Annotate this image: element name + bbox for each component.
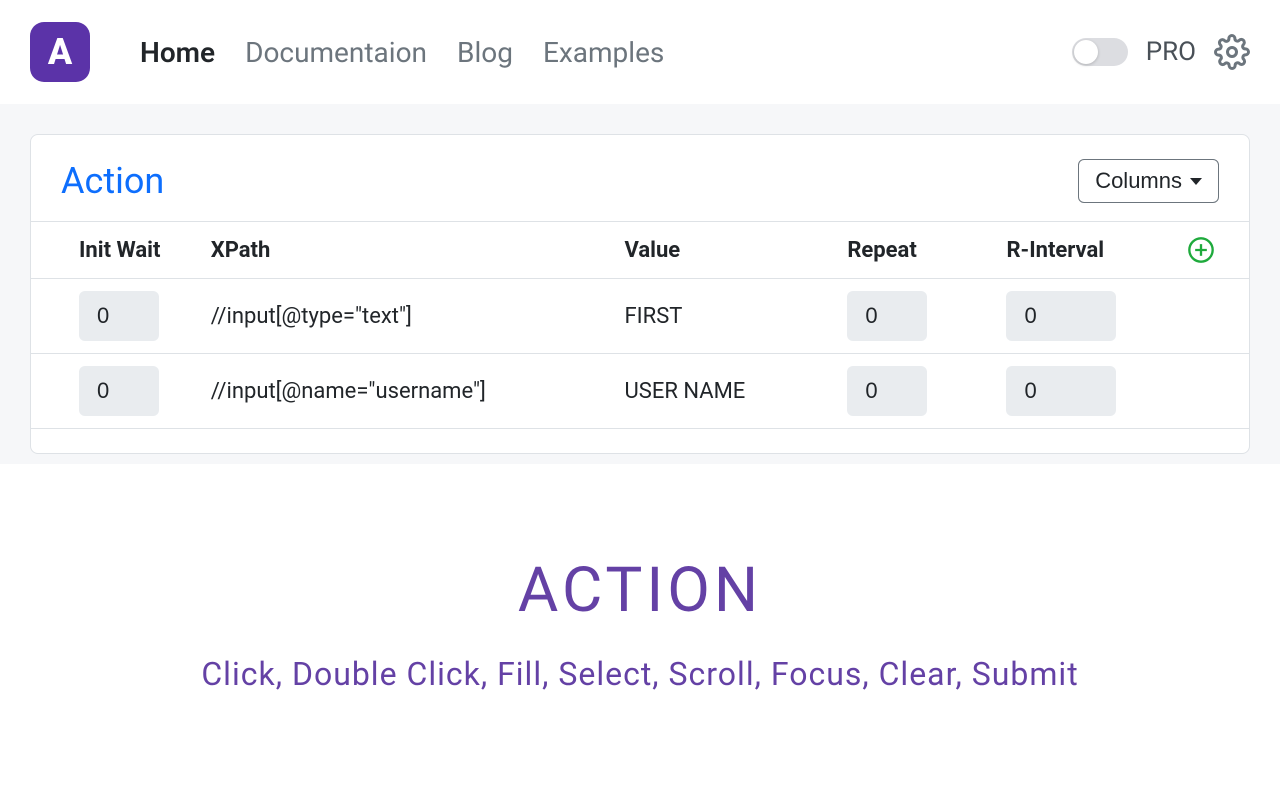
- nav-home[interactable]: Home: [140, 36, 215, 69]
- repeat-input[interactable]: [847, 366, 927, 416]
- pro-toggle-knob: [1074, 40, 1098, 64]
- th-value: Value: [615, 222, 838, 279]
- action-table: Init Wait XPath Value Repeat R-Interval …: [31, 221, 1249, 429]
- gear-icon[interactable]: [1214, 34, 1250, 70]
- nav-examples[interactable]: Examples: [543, 36, 664, 69]
- xpath-cell[interactable]: //input[@type="text"]: [201, 279, 615, 354]
- th-repeat: Repeat: [837, 222, 996, 279]
- columns-button[interactable]: Columns: [1078, 159, 1219, 203]
- card-title: Action: [61, 160, 164, 202]
- table-row: //input[@type="text"] FIRST: [31, 279, 1249, 354]
- nav-links: Home Documentaion Blog Examples: [140, 36, 1072, 69]
- card-header: Action Columns: [31, 159, 1249, 221]
- plus-circle-icon[interactable]: [1187, 236, 1215, 264]
- th-add: [1177, 222, 1249, 279]
- pro-label: PRO: [1146, 37, 1196, 67]
- navbar: A Home Documentaion Blog Examples PRO: [0, 0, 1280, 104]
- pro-toggle[interactable]: [1072, 38, 1128, 66]
- init-wait-input[interactable]: [79, 366, 159, 416]
- repeat-input[interactable]: [847, 291, 927, 341]
- th-init-wait: Init Wait: [31, 222, 201, 279]
- nav-documentation[interactable]: Documentaion: [245, 36, 427, 69]
- th-r-interval: R-Interval: [996, 222, 1176, 279]
- table-row: //input[@name="username"] USER NAME: [31, 354, 1249, 429]
- r-interval-input[interactable]: [1006, 291, 1116, 341]
- value-cell[interactable]: USER NAME: [615, 354, 838, 429]
- main-area: Action Columns Init Wait XPath Value Rep…: [0, 104, 1280, 464]
- chevron-down-icon: [1190, 178, 1202, 185]
- value-cell[interactable]: FIRST: [615, 279, 838, 354]
- logo-letter: A: [48, 31, 72, 73]
- action-card: Action Columns Init Wait XPath Value Rep…: [30, 134, 1250, 454]
- hero-title: ACTION: [20, 554, 1260, 627]
- hero: ACTION Click, Double Click, Fill, Select…: [0, 464, 1280, 693]
- columns-button-label: Columns: [1095, 168, 1182, 194]
- r-interval-input[interactable]: [1006, 366, 1116, 416]
- xpath-cell[interactable]: //input[@name="username"]: [201, 354, 615, 429]
- th-xpath: XPath: [201, 222, 615, 279]
- nav-right: PRO: [1072, 34, 1250, 70]
- nav-blog[interactable]: Blog: [457, 36, 513, 69]
- hero-subtitle: Click, Double Click, Fill, Select, Scrol…: [20, 655, 1260, 693]
- init-wait-input[interactable]: [79, 291, 159, 341]
- app-logo[interactable]: A: [30, 22, 90, 82]
